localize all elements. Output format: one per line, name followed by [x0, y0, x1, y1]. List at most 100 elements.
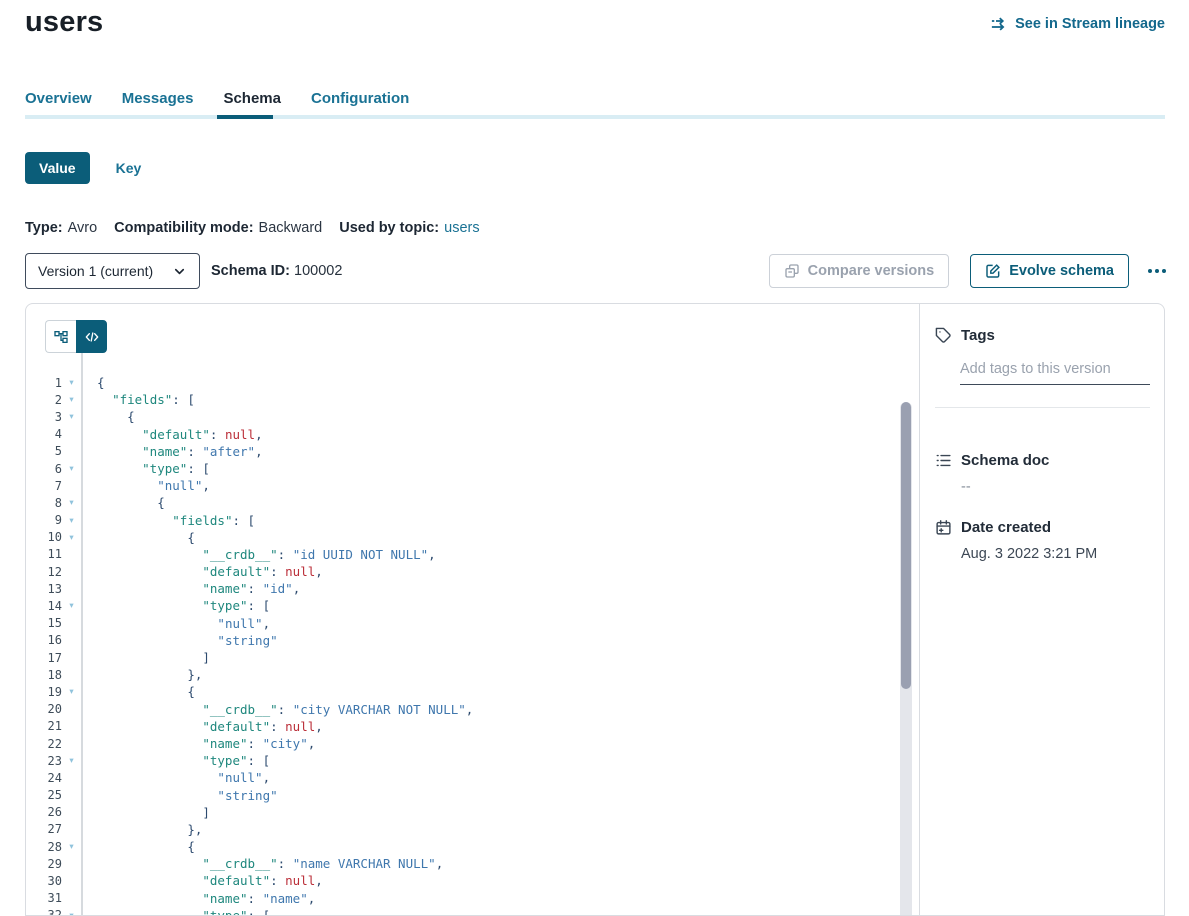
compare-versions-icon — [784, 263, 800, 279]
line-number: 8 — [26, 496, 62, 510]
line-number: 16 — [26, 633, 62, 647]
line-number: 3 — [26, 410, 62, 424]
key-toggle-button[interactable]: Key — [116, 160, 142, 176]
line-number: 4 — [26, 427, 62, 441]
topic-link[interactable]: users — [444, 220, 479, 236]
more-options-button[interactable] — [1144, 263, 1170, 279]
fold-toggle-icon[interactable]: ▾ — [62, 683, 81, 700]
gutter: 1▾2▾3▾456▾78▾9▾10▾11121314▾1516171819▾20… — [26, 353, 83, 915]
version-select-value: Version 1 (current) — [38, 263, 153, 279]
compare-versions-button[interactable]: Compare versions — [769, 254, 950, 288]
gutter-line: 19▾ — [26, 683, 81, 700]
line-number: 14 — [26, 599, 62, 613]
code-line: "default": null, — [97, 563, 899, 580]
meta-used-by-topic-label: Used by topic: — [339, 220, 439, 236]
code-line: "string" — [97, 632, 899, 649]
code-line: "type": [ — [97, 597, 899, 614]
gutter-line: 1▾ — [26, 374, 81, 391]
line-number: 17 — [26, 651, 62, 665]
evolve-schema-label: Evolve schema — [1009, 263, 1114, 279]
fold-toggle-icon[interactable]: ▾ — [62, 597, 81, 614]
fold-toggle-icon[interactable]: ▾ — [62, 907, 81, 915]
code-line: { — [97, 494, 899, 511]
gutter-line: 25 — [26, 787, 81, 804]
date-created-section-header: Date created — [935, 519, 1150, 536]
add-tags-input[interactable] — [960, 357, 1150, 385]
line-number: 30 — [26, 874, 62, 888]
value-toggle-button[interactable]: Value — [25, 152, 90, 184]
gutter-line: 32▾ — [26, 907, 81, 915]
line-number: 2 — [26, 393, 62, 407]
line-number: 23 — [26, 754, 62, 768]
gutter-line: 5 — [26, 443, 81, 460]
schema-json-editor[interactable]: 1▾2▾3▾456▾78▾9▾10▾11121314▾1516171819▾20… — [26, 353, 919, 915]
schema-sidebar: Tags Schema doc -- — [919, 304, 1164, 915]
line-number: 9 — [26, 513, 62, 527]
gutter-line: 31 — [26, 890, 81, 907]
code-line: { — [97, 374, 899, 391]
edit-icon — [985, 263, 1001, 279]
code-line: }, — [97, 666, 899, 683]
code-line: "fields": [ — [97, 512, 899, 529]
fold-toggle-icon[interactable]: ▾ — [62, 752, 81, 769]
stream-lineage-link[interactable]: See in Stream lineage — [990, 15, 1165, 33]
fold-toggle-icon[interactable]: ▾ — [62, 460, 81, 477]
code-line: "name": "city", — [97, 735, 899, 752]
code-line: "type": [ — [97, 752, 899, 769]
line-number: 13 — [26, 582, 62, 596]
code-line: "__crdb__": "id UUID NOT NULL", — [97, 546, 899, 563]
calendar-plus-icon — [935, 519, 952, 536]
gutter-line: 9▾ — [26, 512, 81, 529]
line-number: 32 — [26, 908, 62, 915]
code-line: ] — [97, 804, 899, 821]
fold-toggle-icon[interactable]: ▾ — [62, 494, 81, 511]
editor-view-toggle — [45, 320, 107, 353]
code-line: ] — [97, 649, 899, 666]
line-number: 15 — [26, 616, 62, 630]
chevron-down-icon — [172, 264, 187, 279]
fold-toggle-icon[interactable]: ▾ — [62, 838, 81, 855]
code-line: "null", — [97, 769, 899, 786]
line-number: 20 — [26, 702, 62, 716]
stream-lineage-icon — [990, 15, 1008, 33]
line-number: 28 — [26, 840, 62, 854]
code-line: "null", — [97, 477, 899, 494]
fold-toggle-icon[interactable]: ▾ — [62, 529, 81, 546]
list-icon — [935, 452, 952, 469]
code-line: "default": null, — [97, 872, 899, 889]
line-number: 29 — [26, 857, 62, 871]
fold-toggle-icon[interactable]: ▾ — [62, 391, 81, 408]
editor-scrollbar-thumb[interactable] — [901, 402, 911, 689]
schema-doc-title: Schema doc — [961, 452, 1049, 469]
tree-view-button[interactable] — [45, 320, 76, 353]
schema-meta: Type: Avro Compatibility mode: Backward … — [25, 220, 480, 236]
editor-scrollbar[interactable] — [900, 402, 912, 915]
gutter-line: 15 — [26, 615, 81, 632]
line-number: 21 — [26, 719, 62, 733]
fold-toggle-icon[interactable]: ▾ — [62, 374, 81, 391]
meta-used-by-topic: Used by topic: users — [339, 220, 479, 236]
evolve-schema-button[interactable]: Evolve schema — [970, 254, 1129, 288]
gutter-line: 12 — [26, 563, 81, 580]
code-lines: { "fields": [ { "default": null, "name":… — [85, 353, 899, 915]
fold-toggle-icon[interactable]: ▾ — [62, 512, 81, 529]
tab-active-indicator — [217, 115, 273, 119]
gutter-line: 13 — [26, 580, 81, 597]
tag-icon — [935, 327, 952, 344]
code-line: { — [97, 529, 899, 546]
sidebar-divider — [935, 407, 1150, 408]
line-number: 12 — [26, 565, 62, 579]
code-view-button[interactable] — [76, 320, 107, 353]
fold-toggle-icon[interactable]: ▾ — [62, 408, 81, 425]
date-created-title: Date created — [961, 519, 1051, 536]
code-line: "type": [ — [97, 907, 899, 915]
tags-title: Tags — [961, 327, 995, 344]
line-number: 26 — [26, 805, 62, 819]
code-line: { — [97, 683, 899, 700]
gutter-line: 11 — [26, 546, 81, 563]
version-select[interactable]: Version 1 (current) — [25, 253, 200, 289]
code-line: "name": "name", — [97, 890, 899, 907]
line-number: 1 — [26, 376, 62, 390]
gutter-line: 28▾ — [26, 838, 81, 855]
meta-type-label: Type: — [25, 220, 63, 236]
